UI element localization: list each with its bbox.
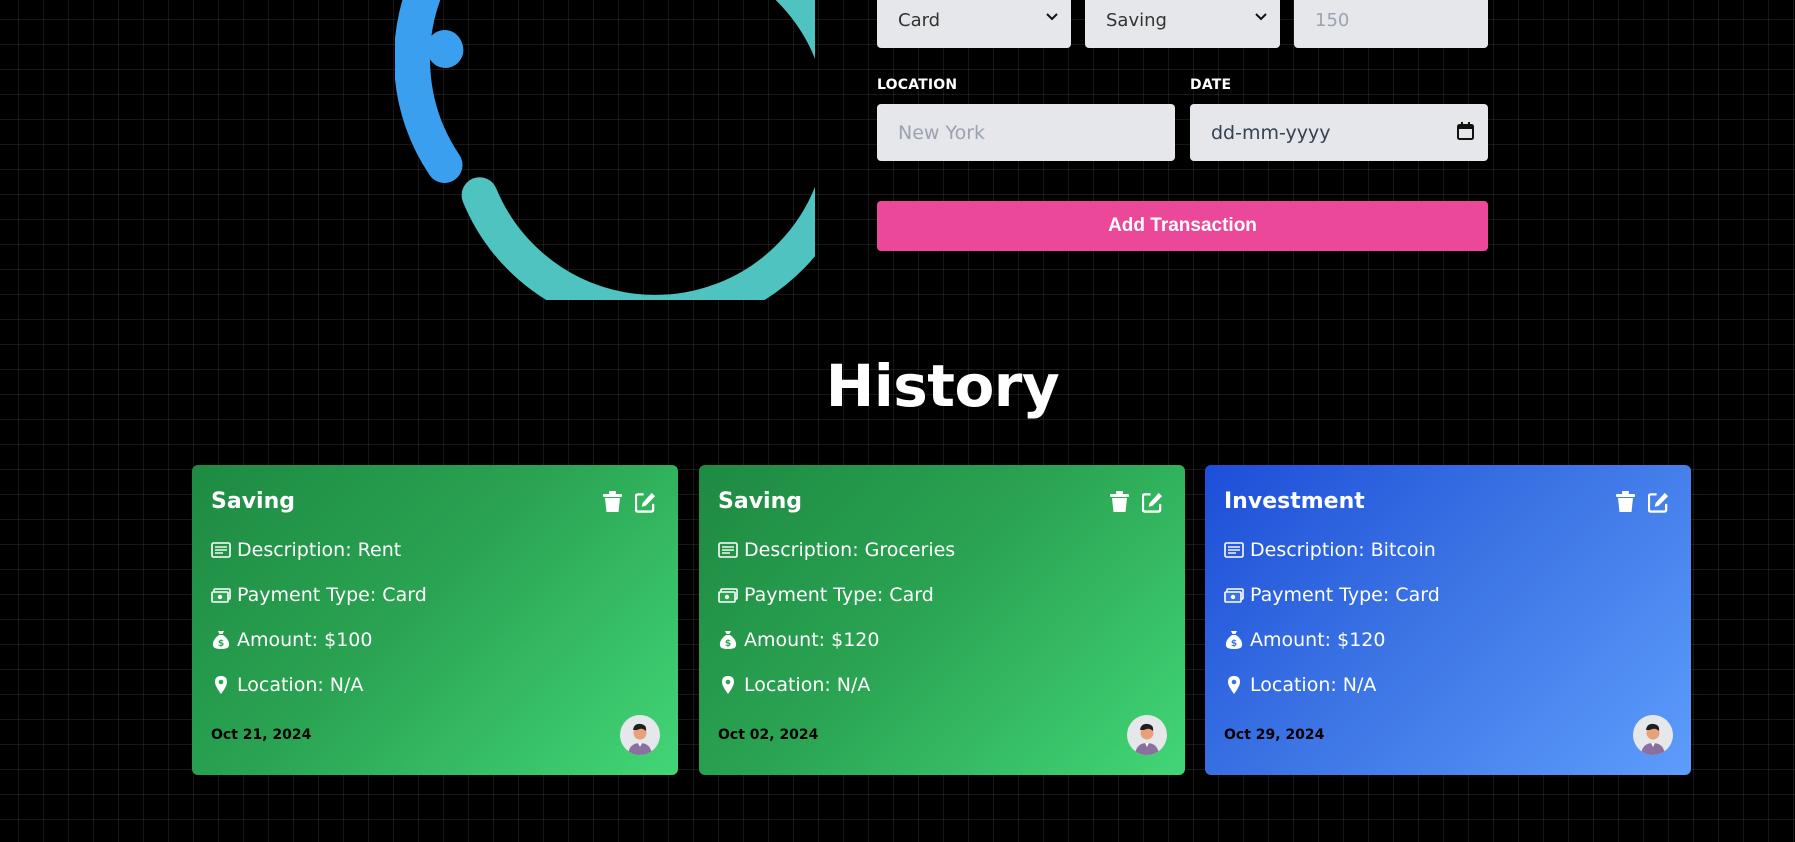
- card-date: Oct 02, 2024: [718, 727, 819, 743]
- chevron-down-icon: [1255, 13, 1267, 21]
- card-location: Location: N/A: [744, 674, 871, 696]
- trash-icon[interactable]: [1109, 491, 1130, 513]
- card-category: Investment: [1224, 489, 1365, 514]
- svg-text:$: $: [1231, 639, 1237, 649]
- money-bag-icon: $: [719, 631, 737, 649]
- history-title: History: [825, 352, 1060, 420]
- card-amount: Amount: $120: [744, 629, 880, 651]
- card-location-row: Location: N/A: [1224, 674, 1376, 696]
- card-date: Oct 29, 2024: [1224, 727, 1325, 743]
- category-value: Saving: [1106, 10, 1167, 31]
- money-bag-icon: $: [1225, 631, 1243, 649]
- chart-segment-teal: [461, 0, 815, 300]
- avatar: [1127, 715, 1167, 755]
- card-date: Oct 21, 2024: [211, 727, 312, 743]
- edit-icon[interactable]: [634, 491, 656, 513]
- payment-type-select[interactable]: Card: [877, 0, 1071, 48]
- card-payment: Payment Type: Card: [1250, 584, 1440, 606]
- card-payment: Payment Type: Card: [237, 584, 427, 606]
- add-transaction-button[interactable]: Add Transaction: [877, 201, 1488, 251]
- card-category: Saving: [211, 489, 295, 514]
- trash-icon[interactable]: [602, 491, 623, 513]
- avatar: [1633, 715, 1673, 755]
- map-pin-icon: [722, 676, 734, 694]
- card-payment-row: Payment Type: Card: [211, 584, 427, 606]
- money-icon: [718, 588, 738, 603]
- amount-input[interactable]: 150: [1294, 0, 1488, 48]
- date-label: DATE: [1190, 77, 1232, 93]
- location-input[interactable]: New York: [877, 104, 1175, 161]
- transaction-card: Saving Description: Rent Payment Type: C…: [192, 465, 678, 775]
- card-payment-row: Payment Type: Card: [718, 584, 934, 606]
- document-icon: [718, 542, 738, 558]
- card-payment: Payment Type: Card: [744, 584, 934, 606]
- card-location: Location: N/A: [237, 674, 364, 696]
- money-bag-icon: $: [212, 631, 230, 649]
- card-description-row: Description: Bitcoin: [1224, 539, 1436, 561]
- card-description: Description: Bitcoin: [1250, 539, 1436, 561]
- date-placeholder: dd-mm-yyyy: [1211, 122, 1331, 144]
- svg-text:$: $: [725, 639, 731, 649]
- amount-placeholder: 150: [1315, 10, 1350, 31]
- card-location-row: Location: N/A: [718, 674, 870, 696]
- card-description: Description: Rent: [237, 539, 402, 561]
- map-pin-icon: [215, 676, 227, 694]
- card-description-row: Description: Groceries: [718, 539, 955, 561]
- chevron-down-icon: [1046, 13, 1058, 21]
- card-location: Location: N/A: [1250, 674, 1377, 696]
- date-input[interactable]: dd-mm-yyyy: [1190, 104, 1488, 161]
- doughnut-chart: [395, 0, 815, 300]
- card-location-row: Location: N/A: [211, 674, 363, 696]
- transaction-card: Saving Description: Groceries Payment Ty…: [699, 465, 1185, 775]
- avatar: [620, 715, 660, 755]
- money-icon: [211, 588, 231, 603]
- svg-text:$: $: [218, 639, 224, 649]
- edit-icon[interactable]: [1647, 491, 1669, 513]
- map-pin-icon: [1228, 676, 1240, 694]
- location-label: LOCATION: [877, 77, 958, 93]
- money-icon: [1224, 588, 1244, 603]
- card-amount: Amount: $100: [237, 629, 373, 651]
- calendar-icon[interactable]: [1457, 122, 1474, 140]
- card-description: Description: Groceries: [744, 539, 956, 561]
- document-icon: [1224, 542, 1244, 558]
- transaction-card: Investment Description: Bitcoin Payment …: [1205, 465, 1691, 775]
- card-amount-row: $ Amount: $100: [211, 629, 372, 651]
- trash-icon[interactable]: [1615, 491, 1636, 513]
- category-select[interactable]: Saving: [1085, 0, 1280, 48]
- location-placeholder: New York: [898, 122, 986, 144]
- payment-type-value: Card: [898, 10, 941, 31]
- card-amount: Amount: $120: [1250, 629, 1386, 651]
- card-category: Saving: [718, 489, 802, 514]
- document-icon: [211, 542, 231, 558]
- card-amount-row: $ Amount: $120: [1224, 629, 1385, 651]
- card-description-row: Description: Rent: [211, 539, 401, 561]
- card-amount-row: $ Amount: $120: [718, 629, 879, 651]
- edit-icon[interactable]: [1141, 491, 1163, 513]
- card-payment-row: Payment Type: Card: [1224, 584, 1440, 606]
